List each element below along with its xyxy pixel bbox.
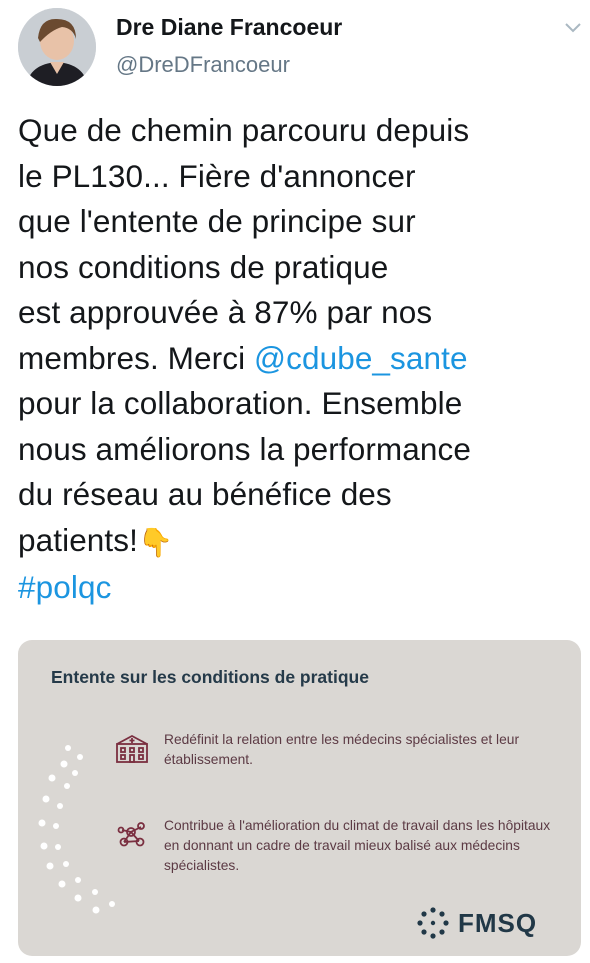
- feature-item: Redéfinit la relation entre les médecins…: [114, 730, 564, 770]
- avatar[interactable]: [18, 8, 96, 86]
- card-title: Entente sur les conditions de pratique: [51, 667, 369, 687]
- tweet-line-text: patients!: [18, 521, 138, 558]
- feature-text: Contribue à l'amélioration du climat de …: [164, 818, 551, 873]
- tweet-line: que l'entente de principe sur: [18, 203, 416, 239]
- feature-item: Contribue à l'amélioration du climat de …: [114, 816, 564, 876]
- author-display-name[interactable]: Dre Diane Francoeur: [116, 14, 342, 41]
- attached-image-card[interactable]: Entente sur les conditions de pratique R…: [18, 640, 581, 956]
- tweet-text: Que de chemin parcouru depuis le PL130..…: [18, 108, 578, 610]
- tweet-line: du réseau au bénéfice des: [18, 476, 392, 512]
- hospital-icon: [116, 734, 148, 763]
- feature-text: Redéfinit la relation entre les médecins…: [164, 732, 520, 767]
- mention-link[interactable]: @cdube_sante: [254, 340, 468, 376]
- tweet-line: est approuvée à 87% par nos: [18, 294, 433, 330]
- tweet-line: nous améliorons la performance: [18, 430, 471, 467]
- fmsq-logo-text: FMSQ: [458, 907, 538, 938]
- tweet-line: nos conditions de pratique: [18, 248, 389, 285]
- tweet-line: le PL130... Fière d'annoncer: [18, 157, 416, 194]
- chevron-down-icon[interactable]: [562, 16, 584, 38]
- tweet-line: Que de chemin parcouru depuis: [18, 112, 470, 148]
- hashtag-link[interactable]: #polqc: [18, 565, 578, 611]
- person-portrait-icon: [18, 8, 96, 86]
- tweet-line: patients!👇: [18, 518, 578, 565]
- tweet-line: pour la collaboration. Ensemble: [18, 385, 463, 421]
- pointing-down-emoji-icon: 👇: [137, 526, 173, 558]
- tweet-line: membres. Merci @cdube_sante: [18, 336, 578, 382]
- network-icon: [117, 822, 145, 847]
- tweet-line-text: membres. Merci: [18, 339, 255, 376]
- author-handle[interactable]: @DreDFrancoeur: [116, 52, 290, 78]
- fmsq-logo: FMSQ: [416, 906, 537, 940]
- fmsq-logo-mark-icon: [417, 907, 449, 939]
